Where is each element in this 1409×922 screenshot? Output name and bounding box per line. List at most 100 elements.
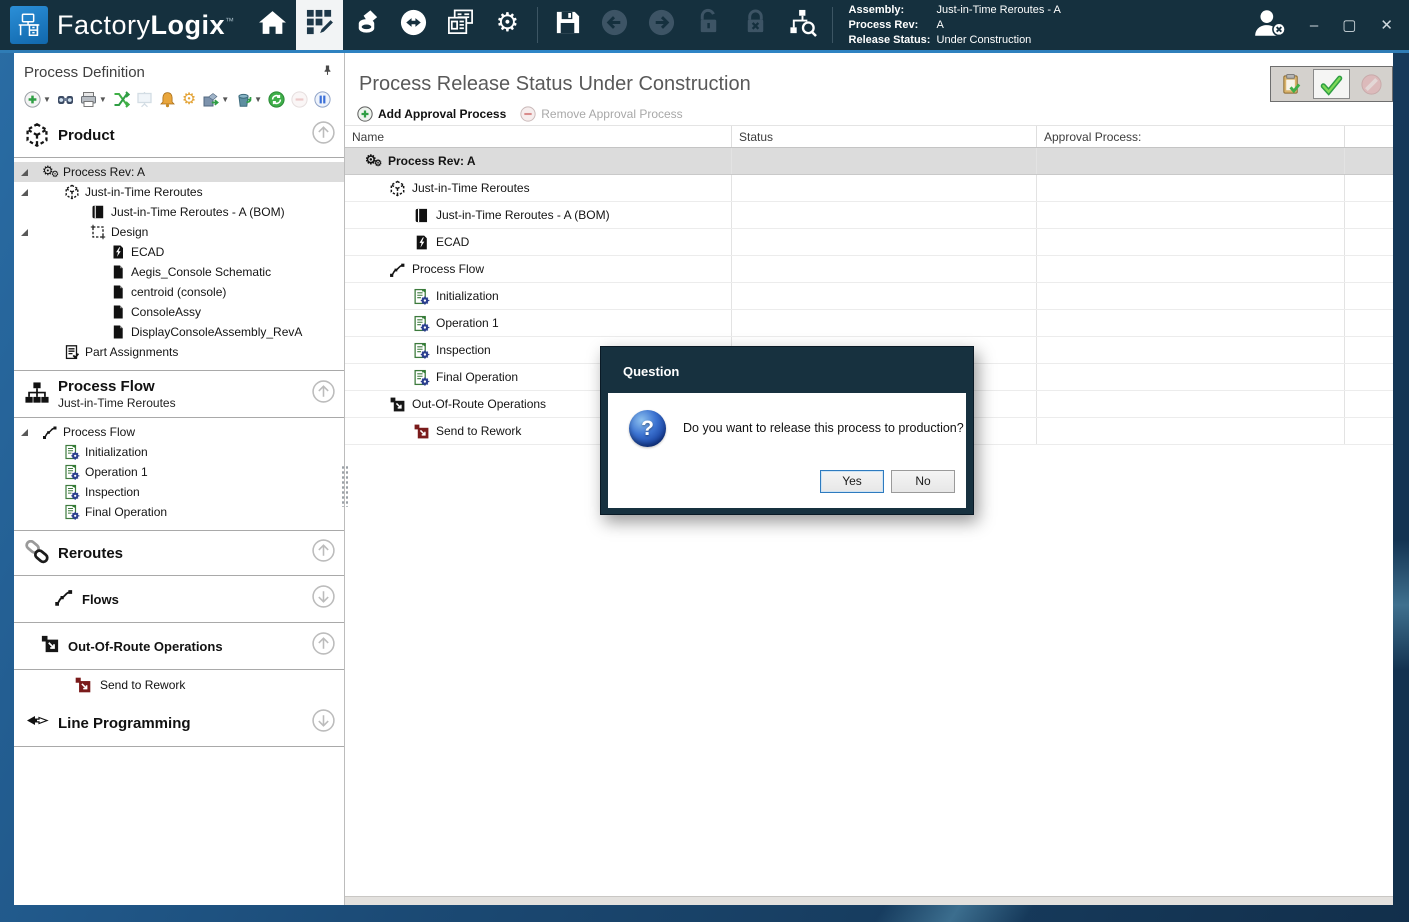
- approve-icon: [1320, 73, 1343, 96]
- logout-user-button[interactable]: [1252, 7, 1288, 44]
- documents-button[interactable]: [437, 0, 484, 50]
- add-approval-process-button[interactable]: Add Approval Process: [357, 106, 506, 122]
- tree-item[interactable]: ⚙⚙Process Rev: A: [14, 162, 344, 182]
- table-row[interactable]: Just-in-Time Reroutes - A (BOM): [345, 202, 1393, 229]
- sync-button[interactable]: [390, 0, 437, 50]
- back-button[interactable]: [591, 0, 638, 50]
- tree-item[interactable]: Just-in-Time Reroutes: [14, 182, 344, 202]
- section-reroutes[interactable]: Reroutes: [14, 530, 344, 576]
- export-icon: [202, 91, 219, 108]
- collapse-product-button[interactable]: [311, 120, 336, 150]
- yes-button[interactable]: Yes: [820, 470, 884, 493]
- bom-icon: [413, 207, 430, 224]
- row-label: Initialization: [436, 289, 499, 303]
- expander-icon[interactable]: [21, 189, 28, 196]
- tree-item[interactable]: Design: [14, 222, 344, 242]
- tree-item[interactable]: ECAD: [14, 242, 344, 262]
- section-process-flow[interactable]: Process FlowJust-in-Time Reroutes: [14, 370, 344, 418]
- horizontal-scrollbar[interactable]: [345, 896, 1393, 905]
- row-label: Just-in-Time Reroutes - A (BOM): [436, 208, 610, 222]
- compare-button[interactable]: [111, 90, 132, 109]
- expander-icon[interactable]: [21, 429, 28, 436]
- operation-icon: [64, 504, 80, 520]
- expand-line-programming-button[interactable]: [311, 708, 336, 738]
- section-flows[interactable]: Flows: [14, 576, 344, 623]
- settings-gear-button[interactable]: ⚙: [484, 0, 531, 50]
- tree-item-label: centroid (console): [131, 285, 226, 299]
- forward-button[interactable]: [638, 0, 685, 50]
- expand-flows-button[interactable]: [311, 584, 336, 614]
- column-header[interactable]: Status: [732, 126, 1037, 147]
- tree-item[interactable]: Part Assignments: [14, 342, 344, 362]
- section-line-programming[interactable]: Line Programming: [14, 700, 344, 747]
- column-header[interactable]: Approval Process:: [1037, 126, 1345, 147]
- close-button[interactable]: ✕: [1380, 18, 1393, 33]
- tree-item[interactable]: Aegis_Console Schematic: [14, 262, 344, 282]
- no-button[interactable]: No: [891, 470, 955, 493]
- remove-button[interactable]: [289, 90, 310, 109]
- out-of-route-icon: [40, 634, 60, 659]
- add-button[interactable]: ▼: [22, 90, 53, 109]
- dropdown-caret-icon[interactable]: ▼: [99, 95, 107, 104]
- tree-item[interactable]: DisplayConsoleAssembly_RevA: [14, 322, 344, 342]
- expander-icon[interactable]: [21, 169, 28, 176]
- tree-item[interactable]: ConsoleAssy: [14, 302, 344, 322]
- recycle-button[interactable]: ▼: [233, 90, 264, 109]
- unlock-button[interactable]: [685, 0, 732, 50]
- dropdown-caret-icon[interactable]: ▼: [43, 95, 51, 104]
- section-product[interactable]: Product: [14, 113, 344, 158]
- collapse-out-of-route-button[interactable]: [311, 631, 336, 661]
- tree-item-label: ConsoleAssy: [131, 305, 201, 319]
- dropdown-caret-icon[interactable]: ▼: [254, 95, 262, 104]
- dropdown-caret-icon[interactable]: ▼: [221, 95, 229, 104]
- tree-item[interactable]: Inspection: [14, 482, 344, 502]
- approve-button[interactable]: [1313, 69, 1351, 99]
- print-button[interactable]: ▼: [78, 90, 109, 109]
- collapse-reroutes-button[interactable]: [311, 538, 336, 568]
- tree-item[interactable]: Final Operation: [14, 502, 344, 522]
- approval-process-cell: [1037, 337, 1345, 363]
- tree-item[interactable]: centroid (console): [14, 282, 344, 302]
- lock-x-button[interactable]: [732, 0, 779, 50]
- presentation-button[interactable]: [134, 90, 155, 109]
- tree-item[interactable]: Just-in-Time Reroutes - A (BOM): [14, 202, 344, 222]
- export-button[interactable]: ▼: [200, 90, 231, 109]
- tree-item-label: Just-in-Time Reroutes: [85, 185, 203, 199]
- reject-button[interactable]: [1352, 69, 1390, 99]
- tree-item[interactable]: Operation 1: [14, 462, 344, 482]
- go-button[interactable]: [266, 90, 287, 109]
- tree-item[interactable]: Process Flow: [14, 422, 344, 442]
- approval-process-cell: [1037, 310, 1345, 336]
- table-row[interactable]: Initialization: [345, 283, 1393, 310]
- table-row[interactable]: Operation 1: [345, 310, 1393, 337]
- process-search-button[interactable]: [779, 0, 826, 50]
- table-row[interactable]: Just-in-Time Reroutes: [345, 175, 1393, 202]
- minimize-button[interactable]: –: [1310, 18, 1318, 33]
- operation-icon: [413, 342, 430, 359]
- tree-item-label: Just-in-Time Reroutes - A (BOM): [111, 205, 285, 219]
- collapse-process-flow-button[interactable]: [311, 379, 336, 409]
- section-out-of-route[interactable]: Out-Of-Route Operations: [14, 623, 344, 670]
- table-row[interactable]: ⚙⚙Process Rev: A: [345, 148, 1393, 175]
- pin-panel-button[interactable]: [321, 63, 334, 82]
- tree-item[interactable]: Initialization: [14, 442, 344, 462]
- table-row[interactable]: ECAD: [345, 229, 1393, 256]
- splitter-handle[interactable]: [341, 465, 349, 507]
- gear-button[interactable]: ⚙: [180, 90, 198, 109]
- release-notes-button[interactable]: [1273, 69, 1311, 99]
- status-cell: [732, 202, 1037, 228]
- bell-button[interactable]: [157, 90, 178, 109]
- find-button[interactable]: [55, 90, 76, 109]
- maximize-button[interactable]: ▢: [1342, 18, 1356, 33]
- tree-item-send-to-rework[interactable]: Send to Rework: [14, 670, 344, 700]
- materials-button[interactable]: [343, 0, 390, 50]
- process-definition-button[interactable]: [296, 0, 343, 50]
- table-row[interactable]: Process Flow: [345, 256, 1393, 283]
- remove-approval-process-button[interactable]: Remove Approval Process: [520, 106, 682, 122]
- filler-cell: [1345, 364, 1393, 390]
- expander-icon[interactable]: [21, 229, 28, 236]
- pause-button[interactable]: [312, 90, 333, 109]
- home-button[interactable]: [249, 0, 296, 50]
- column-header[interactable]: Name: [345, 126, 732, 147]
- save-button[interactable]: [544, 0, 591, 50]
